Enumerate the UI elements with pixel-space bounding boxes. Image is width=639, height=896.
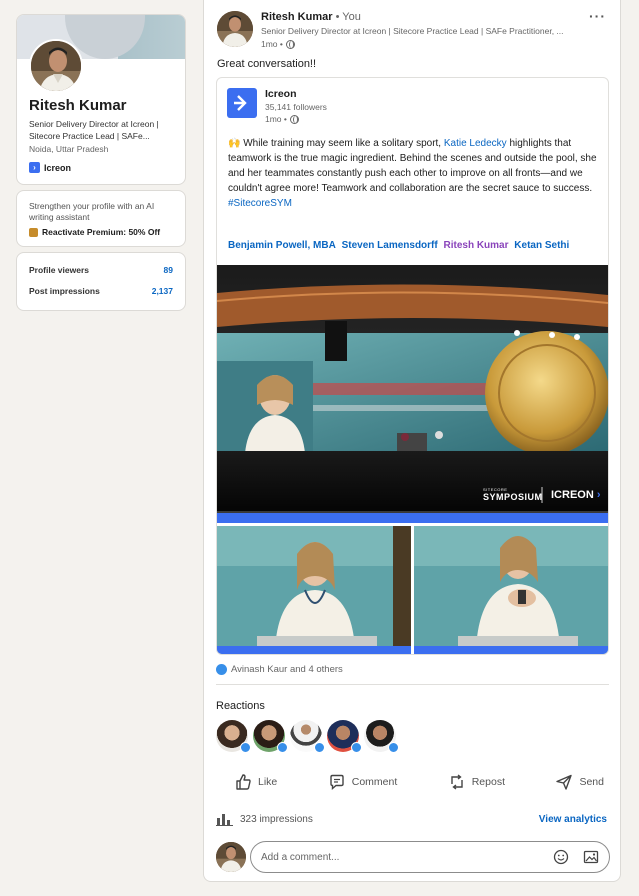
image-icon[interactable] (583, 849, 599, 865)
more-options-icon[interactable]: ··· (589, 8, 606, 24)
shared-post-time-label: 1mo • (265, 114, 287, 124)
post-time: 1mo • (261, 39, 564, 49)
post-text: Great conversation!! (217, 58, 317, 70)
comment-input[interactable] (261, 851, 541, 863)
shared-post: Icreon 35,141 followers 1mo • 🙌 While tr… (216, 77, 609, 655)
image-brand-label: SYMPOSIUM (483, 492, 543, 502)
profile-company-label: Icreon (44, 162, 72, 173)
globe-icon (285, 39, 295, 49)
stat-value: 89 (163, 265, 173, 275)
shared-post-header: Icreon 35,141 followers 1mo • (227, 88, 327, 124)
emoji-icon[interactable] (553, 849, 569, 865)
reactions-summary[interactable]: Avinash Kaur and 4 others (216, 664, 343, 675)
profile-card: Ritesh Kumar Senior Delivery Director at… (16, 14, 186, 185)
reactions-title: Reactions (216, 700, 265, 712)
you-tag: • You (332, 11, 361, 23)
mention-link[interactable]: Steven Lamensdorff (342, 240, 438, 251)
comment-row (216, 841, 610, 873)
stat-label: Profile viewers (29, 265, 90, 275)
thumbs-up-icon (236, 774, 251, 790)
post-image-2[interactable] (217, 526, 411, 654)
post-time-label: 1mo • (261, 39, 283, 49)
image-partner-label: ICREON (551, 489, 594, 501)
bar-chart-icon (216, 814, 233, 826)
like-button[interactable]: Like (234, 773, 277, 791)
premium-icon (29, 227, 38, 237)
reactor-avatar[interactable] (327, 720, 362, 753)
comment-icon (330, 774, 344, 791)
icreon-logo-icon: › (29, 162, 40, 173)
hashtag-link[interactable]: #SitecoreSYM (228, 198, 292, 209)
profile-avatar[interactable] (29, 39, 83, 93)
profile-name[interactable]: Ritesh Kumar (29, 97, 127, 114)
mention-link[interactable]: Ketan Sethi (514, 240, 569, 251)
reactions-summary-text: Avinash Kaur and 4 others (231, 664, 343, 675)
feed-post: Ritesh Kumar • You Senior Delivery Direc… (203, 0, 621, 882)
send-button[interactable]: Send (555, 773, 604, 791)
stat-label: Post impressions (29, 286, 100, 296)
profile-company[interactable]: › Icreon (29, 162, 71, 173)
like-label: Like (258, 776, 278, 788)
stat-post-impressions[interactable]: Post impressions 2,137 (29, 285, 173, 297)
impressions-count: 323 impressions (240, 813, 313, 825)
reactor-avatar[interactable] (364, 720, 399, 753)
mentions-line: Benjamin Powell, MBA Steven Lamensdorff … (228, 240, 572, 251)
mention-katie-ledecky[interactable]: Katie Ledecky (444, 138, 507, 149)
post-actions: Like Comment Repost Send (234, 773, 604, 791)
premium-text: Strengthen your profile with an AI writi… (29, 201, 155, 222)
image-brand-icreon: ICREON › (551, 489, 601, 501)
post-author-headline: Senior Delivery Director at Icreon | Sit… (261, 26, 564, 36)
profile-location: Noida, Uttar Pradesh (29, 144, 109, 154)
shared-body-text-1: 🙌 While training may seem like a solitar… (228, 138, 444, 149)
post-author-avatar[interactable] (217, 11, 253, 47)
repost-icon (451, 774, 463, 790)
shared-company-followers: 35,141 followers (265, 102, 327, 112)
shared-post-time: 1mo • (265, 114, 327, 124)
profile-headline: Senior Delivery Director at Icreon | Sit… (29, 119, 159, 141)
stat-profile-viewers[interactable]: Profile viewers 89 (29, 264, 173, 276)
repost-button[interactable]: Repost (448, 773, 505, 791)
like-reaction-icon (216, 664, 227, 675)
reactor-avatars (216, 720, 399, 753)
post-author-name[interactable]: Ritesh Kumar (261, 11, 333, 23)
post-header: Ritesh Kumar • You Senior Delivery Direc… (217, 11, 564, 49)
post-author-line[interactable]: Ritesh Kumar • You (261, 11, 564, 23)
send-label: Send (579, 776, 604, 788)
comment-box[interactable] (250, 841, 610, 873)
divider (216, 684, 609, 685)
reactor-avatar[interactable] (253, 720, 288, 753)
stat-value: 2,137 (151, 286, 173, 296)
send-icon (556, 774, 573, 790)
impressions: 323 impressions (216, 812, 313, 826)
post-image-main[interactable]: SITECORE SYMPOSIUM ICREON › (217, 265, 608, 523)
repost-label: Repost (471, 776, 505, 788)
premium-card[interactable]: Strengthen your profile with an AI writi… (16, 190, 186, 247)
view-analytics-link[interactable]: View analytics (539, 814, 607, 825)
premium-cta-label: Reactivate Premium: 50% Off (42, 227, 161, 237)
shared-post-body: 🙌 While training may seem like a solitar… (228, 136, 606, 211)
icreon-logo-icon[interactable] (227, 88, 257, 118)
comment-label: Comment (351, 776, 398, 788)
image-brand-symposium: SITECORE SYMPOSIUM (483, 487, 543, 502)
mention-link[interactable]: Benjamin Powell, MBA (228, 240, 336, 251)
premium-cta[interactable]: Reactivate Premium: 50% Off (29, 227, 173, 237)
reactor-avatar[interactable] (290, 720, 325, 753)
globe-icon (289, 114, 299, 124)
commenter-avatar[interactable] (216, 842, 246, 872)
reactor-avatar[interactable] (216, 720, 251, 753)
mention-link[interactable]: Ritesh Kumar (444, 240, 509, 251)
stats-card: Profile viewers 89 Post impressions 2,13… (16, 252, 186, 311)
shared-company-name[interactable]: Icreon (265, 88, 327, 100)
comment-button[interactable]: Comment (328, 773, 398, 791)
post-image-3[interactable] (414, 526, 608, 654)
